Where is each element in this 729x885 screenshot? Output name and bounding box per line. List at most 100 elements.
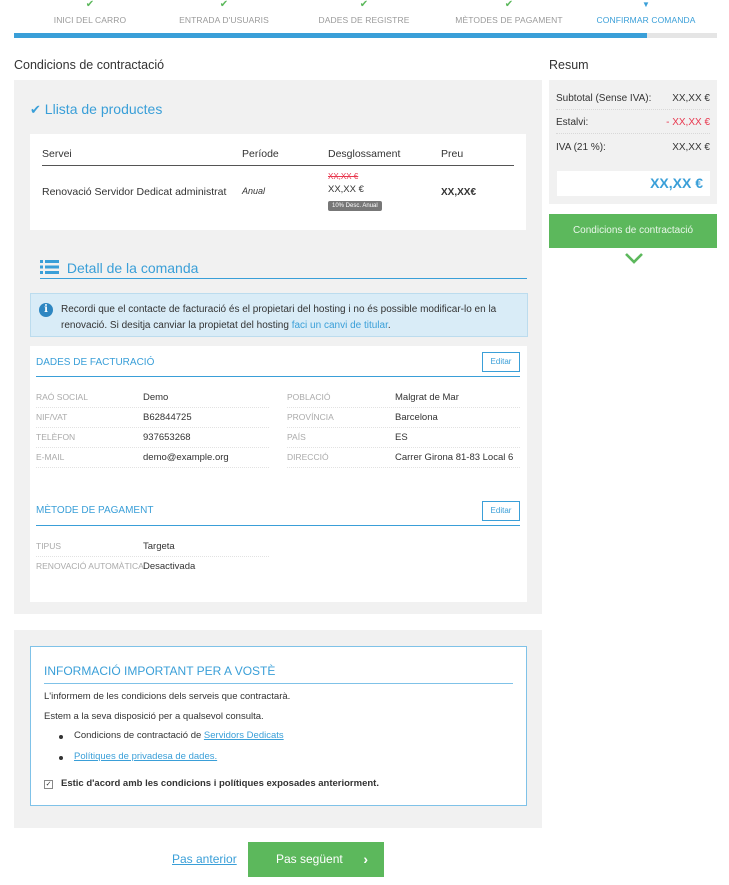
privacy-policy-link[interactable]: Polítiques de privadesa de dades. <box>74 751 217 762</box>
check-icon: ✔ <box>504 0 514 10</box>
progress-fill <box>14 33 647 38</box>
previous-step-link[interactable]: Pas anterior <box>172 852 237 866</box>
field-value: Targeta <box>143 541 175 552</box>
field-label: PAÍS <box>287 432 306 442</box>
conditions-prefix: Condicions de contractació de <box>74 730 202 741</box>
field-label: TIPUS <box>36 541 62 551</box>
product-new-price: XX,XX € <box>328 184 364 195</box>
list-icon <box>40 260 59 274</box>
billing-row: POBLACIÓ Malgrat de Mar <box>287 388 520 408</box>
billing-row: NIF/VAT B62844725 <box>36 408 269 428</box>
field-value: Desactivada <box>143 561 196 572</box>
field-label: TELÈFON <box>36 432 76 442</box>
col-header-period: Període <box>242 148 279 160</box>
step-label: DADES DE REGISTRE <box>318 15 410 25</box>
subtotal-value: XX,XX € <box>672 93 710 104</box>
product-old-price: XX,XX € <box>328 172 359 181</box>
saving-label: Estalvi: <box>556 117 589 128</box>
step-confirm-order[interactable]: ▼ CONFIRMAR COMANDA <box>590 0 702 25</box>
summary-vat: IVA (21 %): XX,XX € <box>556 137 710 159</box>
step-label: ENTRADA D'USUARIS <box>179 15 269 25</box>
field-label: NIF/VAT <box>36 412 68 422</box>
summary-title: Resum <box>549 58 717 82</box>
vat-value: XX,XX € <box>672 142 710 153</box>
payment-row: RENOVACIÓ AUTOMÀTICA Desactivada <box>36 557 269 577</box>
info-end: . <box>387 320 391 331</box>
info-alert: i Recordi que el contacte de facturació … <box>30 293 528 337</box>
payment-title: MÈTODE DE PAGAMENT <box>36 505 154 516</box>
bullet <box>59 735 63 739</box>
order-detail-title: Detall de la comanda <box>40 260 198 276</box>
billing-row: PAÍS ES <box>287 428 520 448</box>
order-detail-label: Detall de la comanda <box>66 260 199 276</box>
payment-underline <box>36 525 520 526</box>
field-label: RAÓ SOCIAL <box>36 392 88 402</box>
check-icon: ✔ <box>30 102 41 117</box>
discount-badge: 10% Desc. Anual <box>328 198 382 211</box>
col-header-price: Preu <box>441 148 464 160</box>
field-value: B62844725 <box>143 412 192 423</box>
billing-row: TELÈFON 937653268 <box>36 428 269 448</box>
subtotal-label: Subtotal (Sense IVA): <box>556 93 652 104</box>
col-header-breakdown: Desglossament <box>328 148 401 160</box>
field-value: Carrer Girona 81-83 Local 6 <box>395 452 514 463</box>
products-title: ✔ Llista de productes <box>30 101 162 118</box>
caret-down-icon: ▼ <box>641 0 651 9</box>
field-value: demo@example.org <box>143 452 229 463</box>
next-step-button[interactable]: Pas següent › <box>248 842 384 877</box>
vat-label: IVA (21 %): <box>556 142 606 153</box>
products-title-label: Llista de productes <box>44 101 163 117</box>
field-label: RENOVACIÓ AUTOMÀTICA <box>36 561 144 571</box>
billing-underline <box>36 376 520 377</box>
agree-label[interactable]: Estic d'acord amb les condicions i polít… <box>61 778 379 789</box>
billing-row: RAÓ SOCIAL Demo <box>36 388 269 408</box>
billing-row: PROVÍNCIA Barcelona <box>287 408 520 428</box>
billing-row: E-MAIL demo@example.org <box>36 448 269 468</box>
edit-payment-button[interactable]: Editar <box>482 501 520 521</box>
chevron-down-icon[interactable] <box>624 251 644 265</box>
field-label: DIRECCIÓ <box>287 452 329 462</box>
step-cart-start[interactable]: ✔ INICI DEL CARRO <box>48 0 132 25</box>
field-label: PROVÍNCIA <box>287 412 334 422</box>
step-user-entry[interactable]: ✔ ENTRADA D'USUARIS <box>170 0 278 25</box>
agree-checkbox[interactable]: ✓ <box>44 780 53 789</box>
step-label: CONFIRMAR COMANDA <box>596 15 696 25</box>
summary-saving: Estalvi: - XX,XX € <box>556 112 710 134</box>
total-amount: XX,XX € <box>557 171 710 196</box>
check-icon: ✔ <box>219 0 229 10</box>
step-label: MÈTODES DE PAGAMENT <box>455 15 563 25</box>
field-value: Barcelona <box>395 412 438 423</box>
product-period: Anual <box>242 186 266 196</box>
important-underline <box>44 683 513 684</box>
col-header-service: Servei <box>42 148 72 160</box>
conditions-item: Condicions de contractació de Servidors … <box>74 730 284 741</box>
field-value: 937653268 <box>143 432 191 443</box>
edit-billing-button[interactable]: Editar <box>482 352 520 372</box>
order-detail-underline <box>40 278 527 279</box>
privacy-item: Polítiques de privadesa de dades. <box>74 751 217 762</box>
check-icon: ✔ <box>85 0 95 10</box>
important-box: INFORMACIÓ IMPORTANT PER A VOSTÈ L'infor… <box>30 646 527 806</box>
field-value: ES <box>395 432 408 443</box>
step-label: INICI DEL CARRO <box>53 15 127 25</box>
next-step-label: Pas següent <box>276 852 343 866</box>
important-title: INFORMACIÓ IMPORTANT PER A VOSTÈ <box>44 664 276 678</box>
important-line-1: L'informem de les condicions dels servei… <box>44 691 291 702</box>
field-label: POBLACIÓ <box>287 392 331 402</box>
dedicated-servers-link[interactable]: Servidors Dedicats <box>204 730 284 741</box>
discount-badge-label: 10% Desc. Anual <box>328 201 382 211</box>
payment-row: TIPUS Targeta <box>36 537 269 557</box>
products-table: Servei Període Desglossament Preu Renova… <box>30 134 526 230</box>
chevron-right-icon: › <box>363 851 368 867</box>
checkout-steps: ✔ INICI DEL CARRO ✔ ENTRADA D'USUARIS ✔ … <box>0 0 729 40</box>
change-owner-link[interactable]: faci un canvi de titular <box>292 320 388 331</box>
page-title: Condicions de contractació <box>14 58 542 82</box>
step-payment-methods[interactable]: ✔ MÈTODES DE PAGAMENT <box>448 0 570 25</box>
product-price: XX,XX€ <box>441 187 477 198</box>
field-value: Malgrat de Mar <box>395 392 459 403</box>
step-registration-data[interactable]: ✔ DADES DE REGISTRE <box>312 0 416 25</box>
conditions-button[interactable]: Condicions de contractació <box>549 214 717 248</box>
saving-value: - XX,XX € <box>666 117 710 128</box>
progress-bar <box>14 33 717 38</box>
field-value: Demo <box>143 392 169 403</box>
